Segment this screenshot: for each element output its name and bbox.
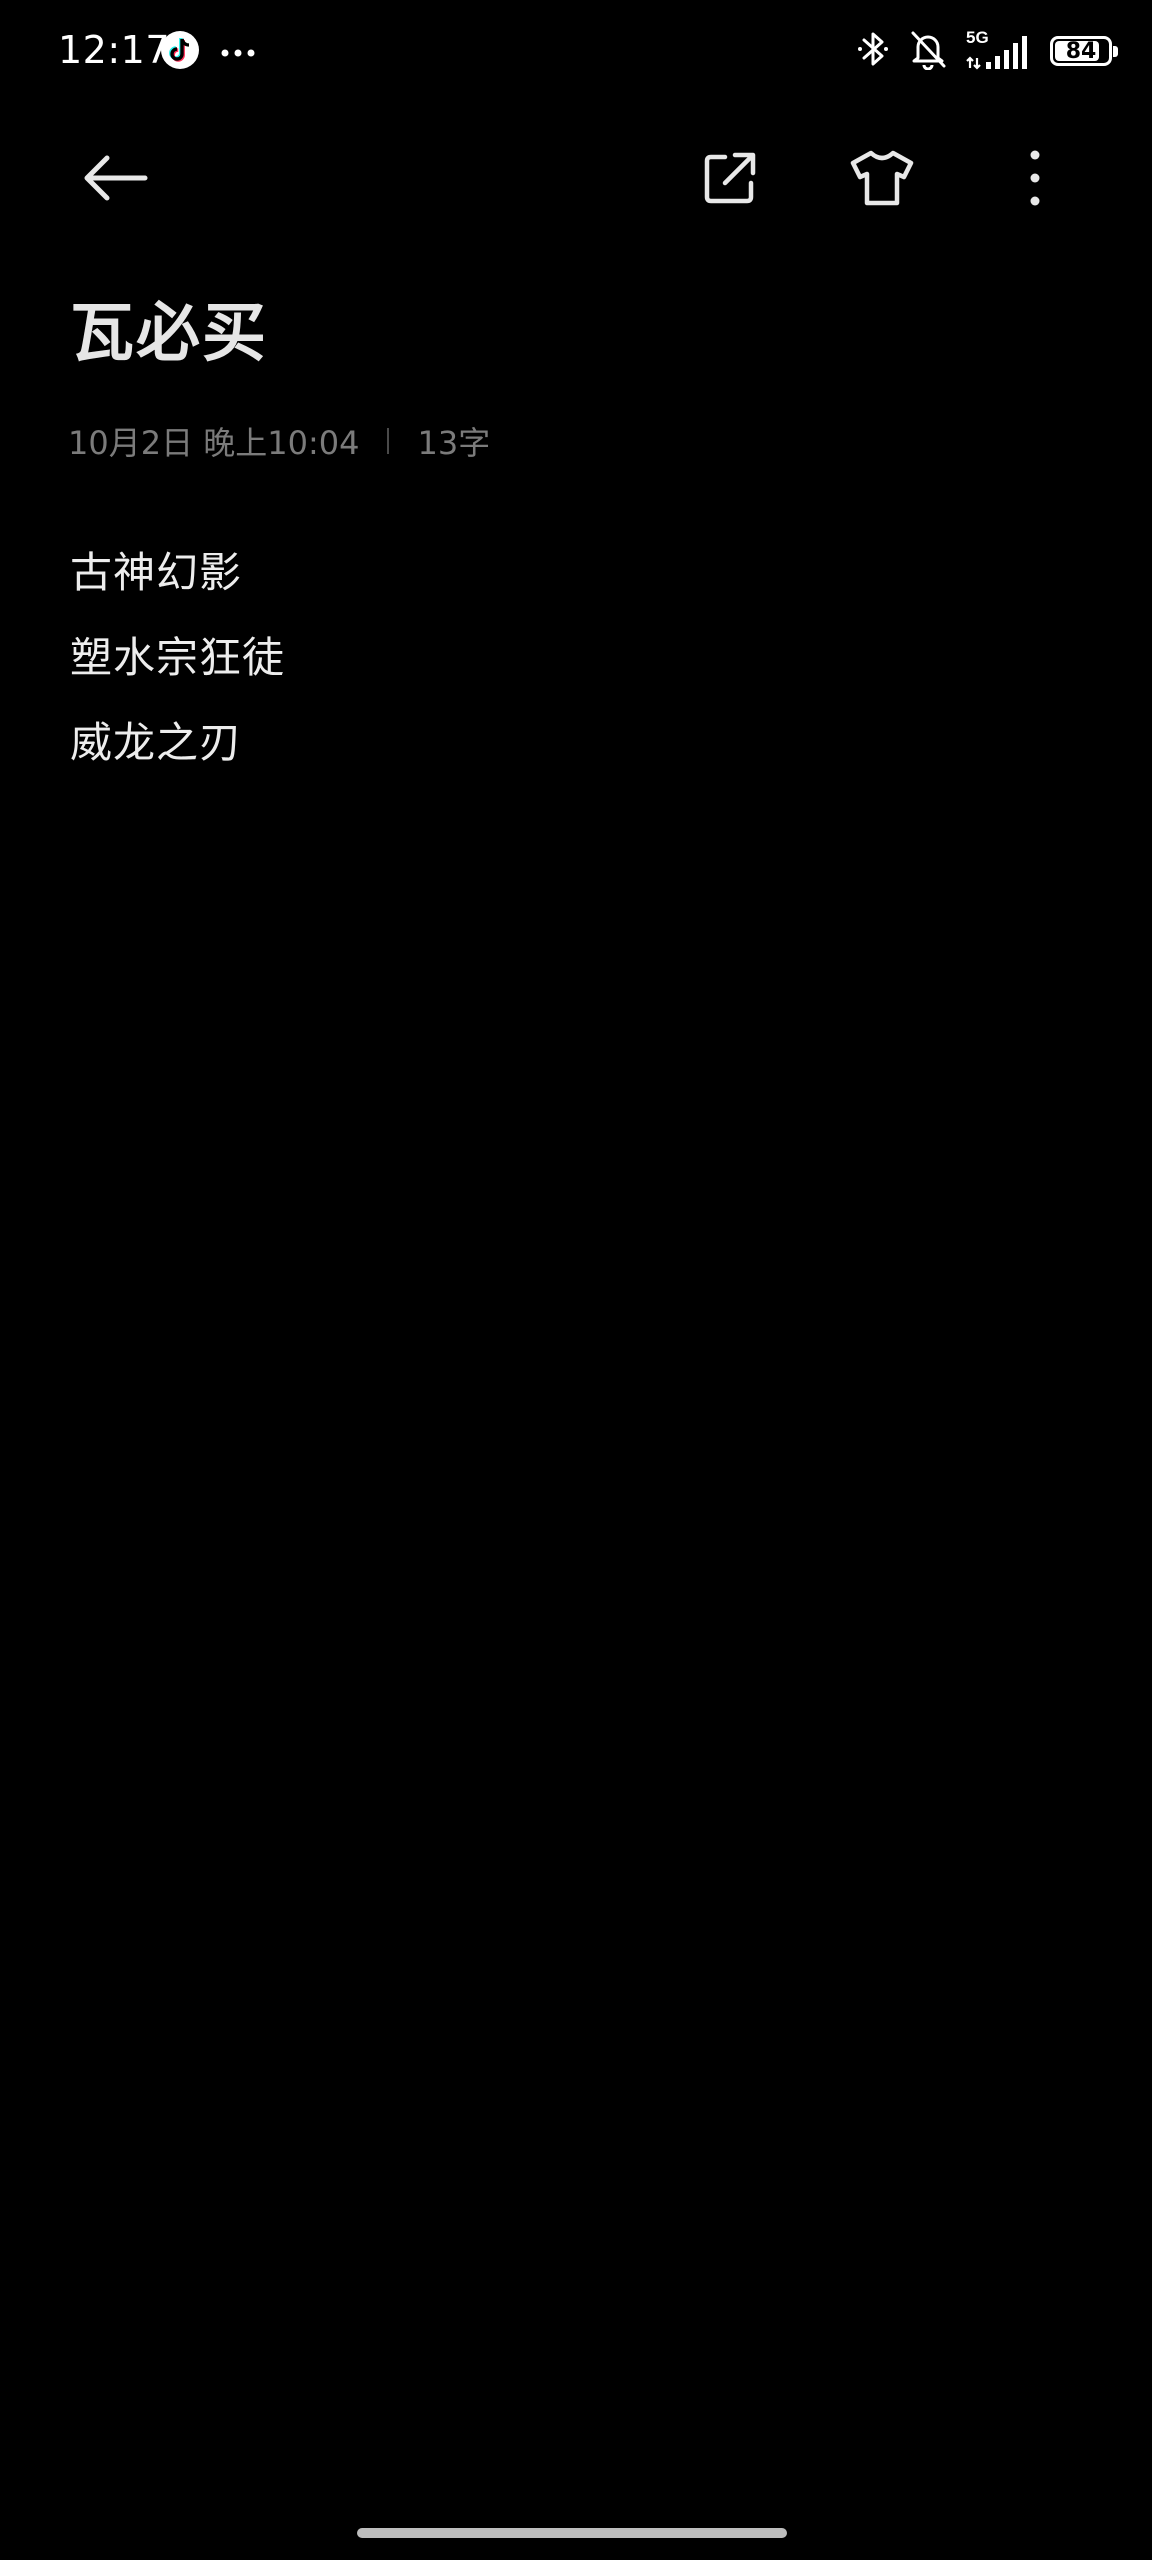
tiktok-icon	[160, 30, 200, 74]
note-line[interactable]: 塑水宗狂徒	[70, 615, 285, 700]
more-vertical-icon	[1028, 148, 1042, 212]
meta-divider	[387, 428, 390, 454]
share-external-icon	[701, 149, 759, 211]
theme-button[interactable]	[834, 132, 930, 228]
note-body[interactable]: 古神幻影 塑水宗狂徒 威龙之刃	[70, 530, 285, 785]
status-left-icons	[160, 30, 256, 74]
bell-off-icon	[908, 28, 948, 74]
bluetooth-icon	[856, 28, 890, 74]
share-button[interactable]	[682, 132, 778, 228]
status-time: 12:17	[58, 28, 171, 72]
signal-5g-icon: 5G	[966, 28, 1032, 72]
home-indicator[interactable]	[357, 2528, 787, 2538]
action-bar	[0, 120, 1152, 240]
battery-level: 84	[1065, 38, 1097, 64]
note-line[interactable]: 威龙之刃	[70, 700, 285, 785]
battery-icon: 84	[1050, 36, 1118, 66]
more-dots-icon	[220, 43, 256, 62]
status-bar: 12:17 5G 84	[0, 0, 1152, 104]
more-options-button[interactable]	[987, 132, 1083, 228]
status-right-icons: 5G 84	[856, 28, 1118, 74]
note-word-count: 13字	[417, 424, 491, 462]
tshirt-icon	[849, 149, 915, 211]
note-date: 10月2日 晚上10:04	[68, 424, 360, 462]
back-button[interactable]	[68, 132, 164, 228]
arrow-left-icon	[81, 153, 151, 207]
note-line[interactable]: 古神幻影	[70, 530, 285, 615]
note-title[interactable]: 瓦必买	[70, 282, 268, 374]
note-meta: 10月2日 晚上10:04 13字	[68, 418, 490, 464]
